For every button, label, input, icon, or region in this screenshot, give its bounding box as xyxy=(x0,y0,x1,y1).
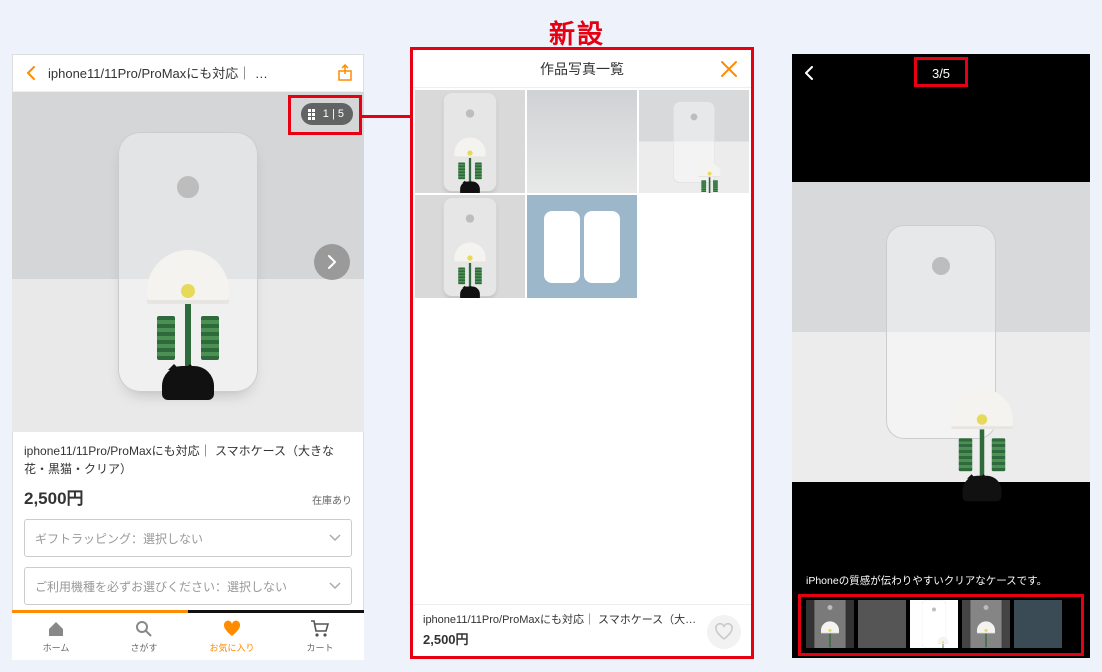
image-counter-text: 1 | 5 xyxy=(323,108,344,120)
viewer-thumbnail-strip xyxy=(792,596,1090,658)
tab-fav-label: お気に入り xyxy=(209,641,254,654)
gift-wrap-selector[interactable]: ギフトラッピング：選択しない xyxy=(24,519,352,557)
chevron-down-icon xyxy=(329,532,341,544)
product-image[interactable]: 1 | 5 xyxy=(12,92,364,432)
share-button[interactable] xyxy=(332,60,358,86)
device-label: ご利用機種を必ずお選びください：選択しない xyxy=(35,578,287,595)
photo-thumb-2[interactable] xyxy=(527,90,637,193)
strip-thumb-1[interactable] xyxy=(806,600,854,648)
gift-wrap-label: ギフトラッピング：選択しない xyxy=(35,530,203,547)
product-detail-screen: iphone11/11Pro/ProMaxにも対応｜ … 1 | 5 iphon… xyxy=(12,54,364,660)
photo-grid xyxy=(413,88,751,300)
photo-thumb-5[interactable] xyxy=(527,195,637,298)
stock-status: 在庫あり xyxy=(312,492,352,507)
page-title: iphone11/11Pro/ProMaxにも対応｜ … xyxy=(44,63,332,82)
viewer-image[interactable] xyxy=(792,182,1090,482)
next-image-button[interactable] xyxy=(314,244,350,280)
heart-outline-icon xyxy=(715,623,733,641)
chevron-left-icon xyxy=(24,66,38,80)
viewer-back-button[interactable] xyxy=(792,66,826,80)
strip-thumb-3[interactable] xyxy=(910,600,958,648)
favorite-button[interactable] xyxy=(707,615,741,649)
viewer-counter: 3/5 xyxy=(932,66,950,81)
chevron-left-icon xyxy=(802,66,816,80)
back-button[interactable] xyxy=(18,60,44,86)
close-button[interactable] xyxy=(715,55,743,83)
bottom-tab-bar: ホーム さがす お気に入り カート xyxy=(12,610,364,660)
tab-search[interactable]: さがす xyxy=(100,613,188,660)
viewer-header: 3/5 xyxy=(792,54,1090,92)
product-info: iphone11/11Pro/ProMaxにも対応｜ スマホケース（大きな花・黒… xyxy=(12,432,364,509)
strip-thumb-4[interactable] xyxy=(962,600,1010,648)
chevron-right-icon xyxy=(325,255,339,269)
tab-cart[interactable]: カート xyxy=(276,613,364,660)
tab-home-label: ホーム xyxy=(43,641,70,654)
photo-thumb-4[interactable] xyxy=(415,195,525,298)
grid-icon xyxy=(308,109,318,119)
tab-home[interactable]: ホーム xyxy=(12,613,100,660)
product-price: 2,500円 xyxy=(24,484,84,509)
footer-product-name: iphone11/11Pro/ProMaxにも対応｜ スマホケース（大… xyxy=(423,613,699,629)
new-feature-label: 新設 xyxy=(549,14,605,51)
device-selector[interactable]: ご利用機種を必ずお選びください：選択しない xyxy=(24,567,352,605)
heart-icon xyxy=(222,619,242,639)
image-counter-badge[interactable]: 1 | 5 xyxy=(301,103,353,125)
photo-list-sheet: 作品写真一覧 iphone11/11Pro/ProMaxにも対応｜ スマホケース… xyxy=(410,47,754,659)
tab-favorites[interactable]: お気に入り xyxy=(188,613,276,660)
photo-viewer-screen: 3/5 iPhoneの質感が伝わりやすいクリアなケースです。 xyxy=(792,54,1090,658)
annotation-connector xyxy=(362,115,410,118)
share-icon xyxy=(336,64,354,82)
tab-search-label: さがす xyxy=(130,641,157,654)
tab-cart-label: カート xyxy=(306,641,333,654)
sheet-footer: iphone11/11Pro/ProMaxにも対応｜ スマホケース（大… 2,5… xyxy=(413,604,751,656)
strip-thumb-5[interactable] xyxy=(1014,600,1062,648)
photo-thumb-1[interactable] xyxy=(415,90,525,193)
strip-thumb-2[interactable] xyxy=(858,600,906,648)
viewer-caption: iPhoneの質感が伝わりやすいクリアなケースです。 xyxy=(792,549,1090,596)
sheet-title: 作品写真一覧 xyxy=(540,59,624,79)
chevron-down-icon xyxy=(329,580,341,592)
phone-case-illustration xyxy=(118,132,258,392)
phone-case-illustration xyxy=(886,225,996,439)
home-icon xyxy=(46,619,66,639)
cart-icon xyxy=(310,619,330,639)
footer-price: 2,500円 xyxy=(423,631,699,650)
search-icon xyxy=(134,619,154,639)
product-name: iphone11/11Pro/ProMaxにも対応｜ スマホケース（大きな花・黒… xyxy=(24,442,352,478)
photo-thumb-3[interactable] xyxy=(639,90,749,193)
header: iphone11/11Pro/ProMaxにも対応｜ … xyxy=(12,54,364,92)
sheet-header: 作品写真一覧 xyxy=(413,50,751,88)
close-icon xyxy=(720,60,738,78)
